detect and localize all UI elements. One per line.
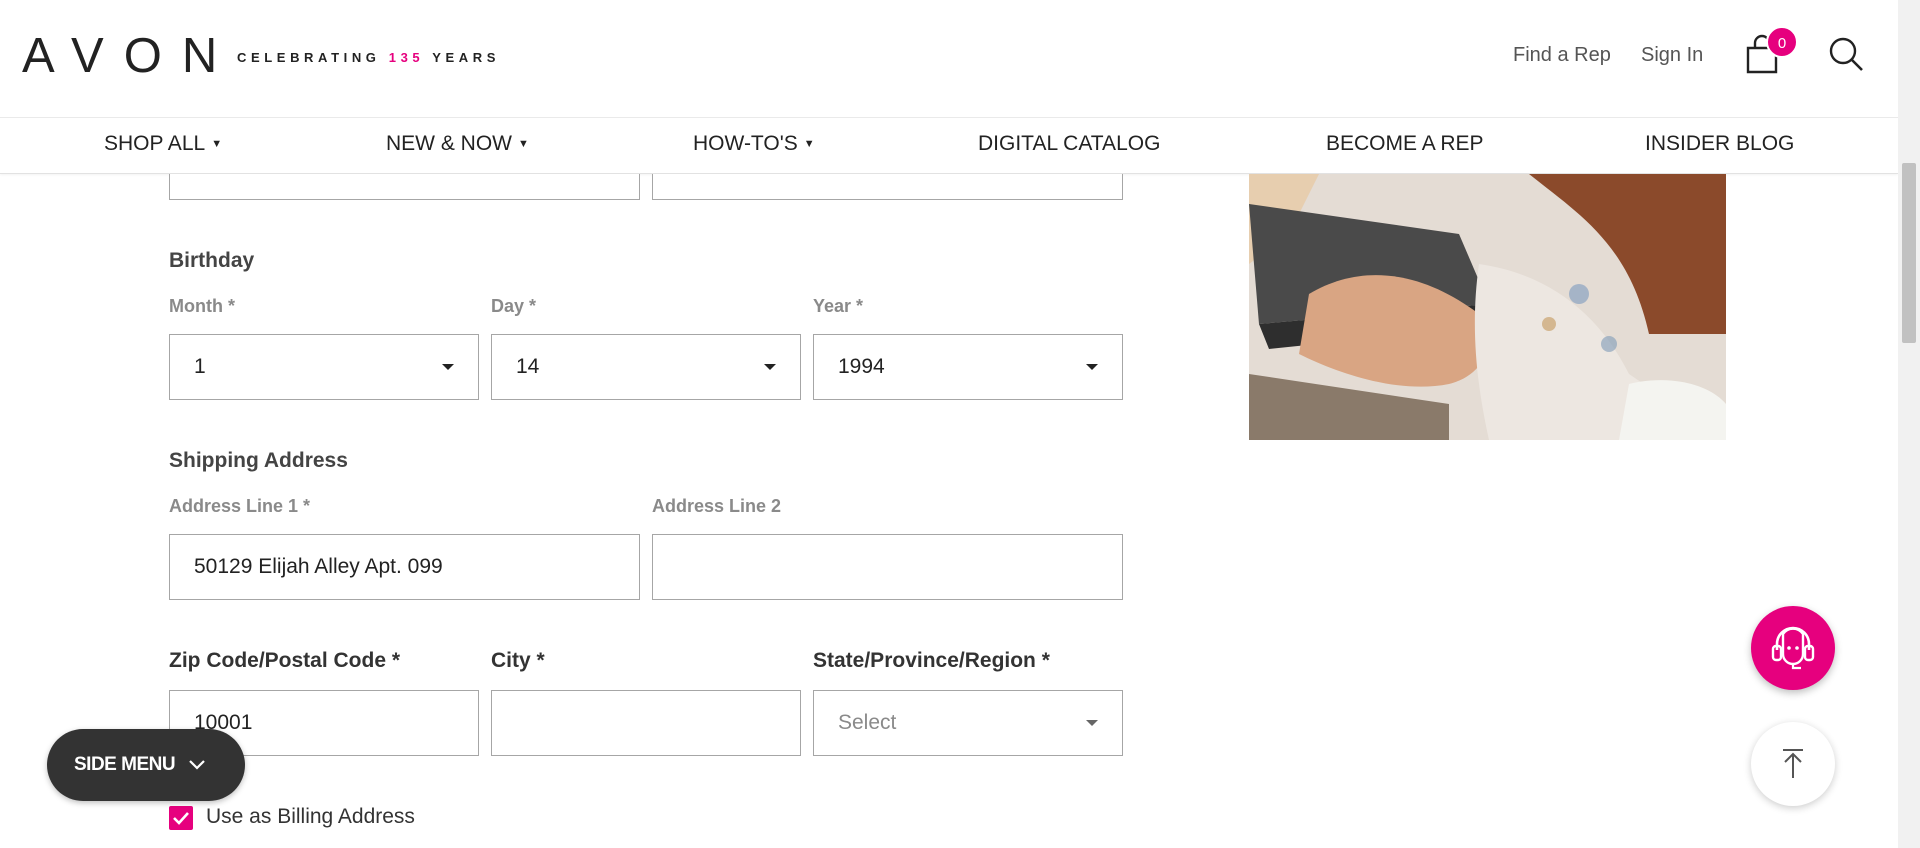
nav-label: HOW-TO'S [693, 132, 798, 155]
tagline-number: 135 [388, 50, 425, 65]
caret-down-icon: ▼ [518, 138, 529, 151]
partial-input-left[interactable] [169, 174, 640, 200]
caret-down-icon: ▼ [211, 138, 223, 151]
nav-label: SHOP ALL [104, 132, 206, 155]
address-line-1-input[interactable]: 50129 Elijah Alley Apt. 099 [169, 534, 640, 600]
year-select[interactable]: 1994 [813, 334, 1123, 400]
headset-icon [1771, 626, 1815, 670]
support-chat-button[interactable] [1751, 606, 1835, 690]
chevron-down-icon [764, 364, 776, 370]
birthday-title: Birthday [169, 249, 255, 272]
billing-address-checkbox[interactable] [169, 806, 193, 830]
cart-count-badge: 0 [1766, 26, 1798, 58]
chevron-down-icon [189, 760, 205, 770]
address-line-2-label: Address Line 2 [652, 496, 782, 516]
avon-logo[interactable]: AVON [22, 32, 237, 81]
chevron-down-icon [1086, 364, 1098, 370]
sign-in-link[interactable]: Sign In [1641, 44, 1703, 67]
year-label: Year * [813, 296, 864, 316]
month-label: Month * [169, 296, 235, 316]
address-line-2-input[interactable] [652, 534, 1123, 600]
month-select[interactable]: 1 [169, 334, 479, 400]
nav-shop-all[interactable]: SHOP ALL ▼ [104, 132, 222, 156]
arrow-up-icon [1783, 749, 1803, 778]
main-navigation: SHOP ALL ▼ NEW & NOW ▼ HOW-TO'S ▼ DIGITAL C… [0, 118, 1898, 174]
billing-address-label[interactable]: Use as Billing Address [206, 805, 415, 829]
chevron-down-icon [1086, 720, 1098, 726]
address-line-1-value: 50129 Elijah Alley Apt. 099 [194, 555, 443, 578]
nav-label: NEW & NOW [386, 132, 512, 155]
day-value: 14 [516, 355, 540, 378]
side-menu-button[interactable]: SIDE MENU [47, 729, 245, 801]
partial-input-right[interactable] [652, 174, 1123, 200]
tagline-suffix: YEARS [424, 50, 501, 65]
celebrating-tagline: CELEBRATING 135 YEARS [237, 50, 500, 65]
year-value: 1994 [838, 355, 885, 378]
site-header: AVON CELEBRATING 135 YEARS Find a Rep Si… [0, 0, 1898, 118]
nav-become-a-rep[interactable]: BECOME A REP [1326, 132, 1484, 156]
shipping-address-title: Shipping Address [169, 449, 348, 472]
nav-how-tos[interactable]: HOW-TO'S ▼ [693, 132, 815, 156]
side-menu-label: SIDE MENU [74, 754, 176, 775]
city-input[interactable] [491, 690, 801, 756]
state-label: State/Province/Region * [813, 649, 1050, 672]
day-label: Day * [491, 296, 537, 316]
tagline-prefix: CELEBRATING [237, 50, 389, 65]
chevron-down-icon [442, 364, 454, 370]
state-select[interactable]: Select [813, 690, 1123, 756]
nav-insider-blog[interactable]: INSIDER BLOG [1645, 132, 1794, 156]
nav-digital-catalog[interactable]: DIGITAL CATALOG [978, 132, 1160, 156]
caret-down-icon: ▼ [803, 138, 815, 151]
search-icon[interactable] [1828, 36, 1864, 72]
find-a-rep-link[interactable]: Find a Rep [1513, 44, 1611, 67]
zip-code-label: Zip Code/Postal Code * [169, 649, 401, 672]
city-label: City * [491, 649, 545, 672]
address-line-1-label: Address Line 1 * [169, 496, 311, 516]
month-value: 1 [194, 355, 206, 378]
page-scrollbar[interactable] [1898, 0, 1920, 848]
nav-new-and-now[interactable]: NEW & NOW ▼ [386, 132, 529, 156]
woman-with-tablet-image [1249, 174, 1726, 440]
checkmark-icon [173, 812, 189, 825]
scrollbar-thumb[interactable] [1902, 163, 1916, 343]
day-select[interactable]: 14 [491, 334, 801, 400]
back-to-top-button[interactable] [1751, 722, 1835, 806]
state-placeholder: Select [838, 711, 897, 734]
